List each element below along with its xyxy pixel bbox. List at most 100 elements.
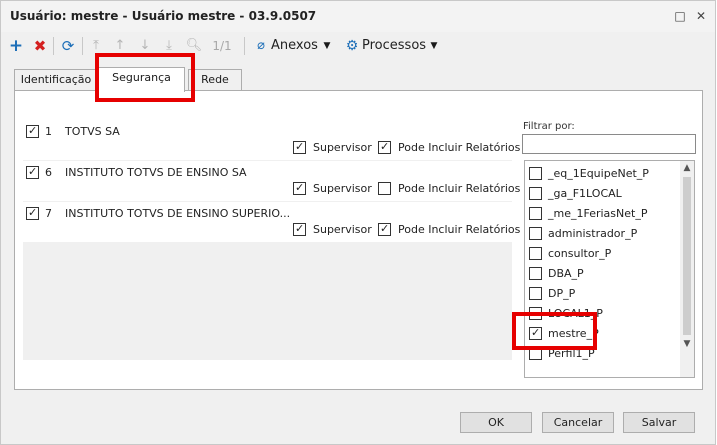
- profile-label: DP_P: [548, 287, 576, 300]
- group-name: INSTITUTO TOTVS DE ENSINO SA: [65, 166, 247, 179]
- plus-icon[interactable]: +: [8, 36, 24, 56]
- group-code: 1: [45, 125, 52, 138]
- group-name: TOTVS SA: [65, 125, 120, 138]
- supervisor-checkbox[interactable]: ✓: [293, 222, 306, 236]
- profile-label: DBA_P: [548, 267, 584, 280]
- chevron-up-icon[interactable]: ▲: [680, 163, 694, 173]
- refresh-icon[interactable]: ⟳: [59, 36, 77, 56]
- record-counter: 1/1: [212, 39, 232, 53]
- security-panel: ✓ 1 TOTVS SA ✓ Supervisor ✓ Pode Incluir…: [14, 90, 703, 390]
- check-icon: ✓: [28, 206, 38, 219]
- chevron-down-icon[interactable]: ▼: [680, 339, 694, 349]
- check-icon: ✓: [295, 181, 305, 194]
- supervisor-checkbox[interactable]: ✓: [293, 181, 306, 195]
- toolbar-divider: [82, 37, 83, 55]
- list-item[interactable]: _eq_1EquipeNet_P: [525, 163, 680, 183]
- group-checkbox[interactable]: ✓: [26, 165, 39, 179]
- chevron-down-icon[interactable]: ▼: [428, 36, 440, 56]
- x-icon[interactable]: ✖: [32, 36, 48, 56]
- group-checkbox[interactable]: ✓: [26, 206, 39, 220]
- filter-input[interactable]: [522, 134, 696, 154]
- attachments-button[interactable]: Anexos: [271, 36, 319, 56]
- check-icon: ✓: [28, 165, 38, 178]
- group-checkbox[interactable]: ✓: [26, 124, 39, 138]
- group-row: ✓ 1 TOTVS SA ✓ Supervisor ✓ Pode Incluir…: [23, 120, 520, 160]
- list-item[interactable]: Perfil1_P: [525, 343, 680, 363]
- group-row: ✓ 6 INSTITUTO TOTVS DE ENSINO SA ✓ Super…: [23, 161, 520, 201]
- group-code: 7: [45, 207, 52, 220]
- paperclip-icon[interactable]: ⌀: [253, 36, 269, 56]
- group-code: 6: [45, 166, 52, 179]
- reports-label: Pode Incluir Relatórios: [398, 141, 521, 154]
- profile-checkbox[interactable]: [529, 167, 542, 180]
- window-title: Usuário: mestre - Usuário mestre - 03.9.…: [10, 9, 317, 23]
- reports-checkbox[interactable]: ✓: [378, 222, 391, 236]
- check-icon: ✓: [380, 222, 390, 235]
- search-icon[interactable]: 🔍︎: [185, 36, 203, 56]
- toolbar-divider: [53, 37, 54, 55]
- scroll-thumb[interactable]: [683, 177, 691, 335]
- check-icon: ✓: [531, 326, 541, 339]
- supervisor-label: Supervisor: [313, 182, 372, 195]
- profile-checkbox[interactable]: [529, 247, 542, 260]
- list-scrollbar[interactable]: ▲ ▼: [680, 161, 694, 377]
- profile-checkbox[interactable]: [529, 307, 542, 320]
- list-item[interactable]: ✓ mestre_P: [525, 323, 680, 343]
- close-icon[interactable]: ✕: [692, 7, 710, 25]
- profile-label: _eq_1EquipeNet_P: [548, 167, 649, 180]
- tab-identificacao[interactable]: Identificação: [14, 69, 98, 90]
- gear-icon[interactable]: ⚙: [344, 36, 360, 56]
- tab-seguranca[interactable]: Segurança: [98, 67, 185, 92]
- last-icon[interactable]: ⤓: [161, 36, 177, 56]
- reports-label: Pode Incluir Relatórios: [398, 182, 521, 195]
- profile-checkbox[interactable]: [529, 267, 542, 280]
- check-icon: ✓: [380, 140, 390, 153]
- cancel-button[interactable]: Cancelar: [542, 412, 614, 433]
- profile-checkbox[interactable]: [529, 187, 542, 200]
- list-item[interactable]: LOCAL1_P: [525, 303, 680, 323]
- up-icon[interactable]: ↑: [112, 36, 128, 56]
- profile-label: Perfil1_P: [548, 347, 595, 360]
- check-icon: ✓: [295, 140, 305, 153]
- list-item[interactable]: DBA_P: [525, 263, 680, 283]
- profile-label: consultor_P: [548, 247, 612, 260]
- profile-checkbox[interactable]: [529, 287, 542, 300]
- profile-checkbox[interactable]: [529, 227, 542, 240]
- list-item[interactable]: administrador_P: [525, 223, 680, 243]
- ok-button[interactable]: OK: [460, 412, 532, 433]
- profile-checkbox[interactable]: [529, 347, 542, 360]
- chevron-down-icon[interactable]: ▼: [321, 36, 333, 56]
- title-bar: Usuário: mestre - Usuário mestre - 03.9.…: [1, 1, 715, 32]
- profile-label: administrador_P: [548, 227, 638, 240]
- list-item[interactable]: consultor_P: [525, 243, 680, 263]
- supervisor-label: Supervisor: [313, 223, 372, 236]
- user-dialog: Usuário: mestre - Usuário mestre - 03.9.…: [0, 0, 716, 445]
- processes-button[interactable]: Processos: [362, 36, 426, 56]
- background-edge-mark: ⋮: [713, 80, 717, 91]
- list-item[interactable]: _ga_F1LOCAL: [525, 183, 680, 203]
- group-list: ✓ 1 TOTVS SA ✓ Supervisor ✓ Pode Incluir…: [23, 120, 520, 360]
- tab-label: Rede: [201, 73, 229, 86]
- supervisor-checkbox[interactable]: ✓: [293, 140, 306, 154]
- check-icon: ✓: [295, 222, 305, 235]
- check-icon: ✓: [28, 124, 38, 137]
- profile-label: _ga_F1LOCAL: [548, 187, 622, 200]
- toolbar: + ✖ ⟳ ⤒ ↑ ↓ ⤓ 🔍︎ 1/1 ⌀ Anexos ▼ ⚙ Proces…: [1, 32, 715, 60]
- reports-checkbox[interactable]: [378, 182, 391, 195]
- profile-checkbox[interactable]: [529, 207, 542, 220]
- save-button[interactable]: Salvar: [623, 412, 695, 433]
- down-icon[interactable]: ↓: [137, 36, 153, 56]
- tab-label: Identificação: [20, 73, 92, 86]
- maximize-icon[interactable]: □: [671, 7, 689, 25]
- profile-checkbox[interactable]: ✓: [529, 326, 542, 340]
- supervisor-label: Supervisor: [313, 141, 372, 154]
- first-icon[interactable]: ⤒: [88, 36, 104, 56]
- list-item[interactable]: DP_P: [525, 283, 680, 303]
- profile-label: LOCAL1_P: [548, 307, 603, 320]
- tab-label: Segurança: [112, 71, 171, 84]
- list-item[interactable]: _me_1FeriasNet_P: [525, 203, 680, 223]
- tab-rede[interactable]: Rede: [188, 69, 242, 90]
- group-name: INSTITUTO TOTVS DE ENSINO SUPERIO...: [65, 207, 291, 220]
- reports-label: Pode Incluir Relatórios: [398, 223, 521, 236]
- reports-checkbox[interactable]: ✓: [378, 140, 391, 154]
